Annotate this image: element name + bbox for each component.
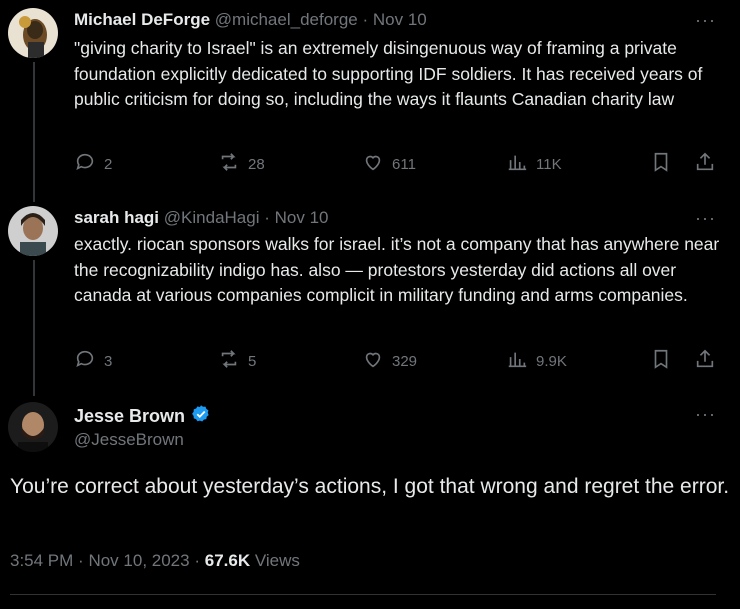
author-handle[interactable]: @KindaHagi: [164, 208, 260, 227]
separator-dot: ·: [194, 551, 200, 570]
views-button[interactable]: 9.9K: [506, 348, 567, 374]
analytics-icon: [506, 151, 528, 177]
tweet-time[interactable]: 3:54 PM: [10, 551, 73, 570]
thread-line: [33, 260, 35, 396]
like-count: 611: [392, 155, 416, 173]
tweet-metadata: 3:54 PM · Nov 10, 2023 · 67.6K Views: [10, 551, 300, 571]
reply-count: 2: [104, 155, 113, 173]
separator-dot: ·: [264, 208, 270, 227]
like-button[interactable]: 329: [362, 348, 417, 374]
tweet-text: "giving charity to Israel" is an extreme…: [74, 38, 703, 109]
reply-icon: [74, 348, 96, 374]
verified-badge-icon: [191, 404, 211, 429]
view-count: 9.9K: [536, 352, 567, 370]
reply-button[interactable]: 2: [74, 151, 112, 177]
avatar[interactable]: [8, 402, 58, 452]
view-count: 11K: [536, 155, 562, 173]
bookmark-button[interactable]: [650, 348, 672, 374]
heart-icon: [362, 151, 384, 177]
like-button[interactable]: 611: [362, 151, 416, 177]
repost-count: 28: [248, 155, 265, 173]
bookmark-button[interactable]: [650, 151, 672, 177]
tweet-header: Michael DeForge @michael_deforge · Nov 1…: [74, 10, 427, 30]
author-handle[interactable]: @JesseBrown: [74, 430, 184, 450]
thread-line: [33, 62, 35, 202]
author-name[interactable]: Michael DeForge: [74, 10, 210, 29]
share-icon: [694, 151, 716, 177]
avatar[interactable]: [8, 206, 58, 256]
tweet-date[interactable]: Nov 10: [373, 10, 427, 29]
tweet-date[interactable]: Nov 10: [275, 208, 329, 227]
heart-icon: [362, 348, 384, 374]
tweet-text: exactly. riocan sponsors walks for israe…: [74, 234, 720, 305]
repost-icon: [218, 151, 240, 177]
repost-button[interactable]: 28: [218, 151, 265, 177]
reply-button[interactable]: 3: [74, 348, 112, 374]
author-name[interactable]: Jesse Brown: [74, 406, 185, 427]
tweet-full-date[interactable]: Nov 10, 2023: [88, 551, 189, 570]
bookmark-icon: [650, 151, 672, 177]
views-total: 67.6K: [204, 551, 251, 570]
repost-count: 5: [248, 352, 257, 370]
views-button[interactable]: 11K: [506, 151, 562, 177]
author-handle[interactable]: @michael_deforge: [215, 10, 358, 29]
reply-icon: [74, 151, 96, 177]
divider: [10, 594, 716, 595]
main-tweet-text: You’re correct about yesterday’s actions…: [10, 475, 730, 498]
like-count: 329: [392, 352, 418, 370]
share-icon: [694, 348, 716, 374]
share-button[interactable]: [694, 348, 716, 374]
main-author: Jesse Brown: [74, 404, 211, 429]
views-label: Views: [254, 551, 300, 570]
more-options-icon[interactable]: ···: [695, 10, 716, 31]
avatar[interactable]: [8, 8, 58, 58]
analytics-icon: [506, 348, 528, 374]
share-button[interactable]: [694, 151, 716, 177]
more-options-icon[interactable]: ···: [695, 208, 716, 229]
separator-dot: ·: [362, 10, 369, 29]
bookmark-icon: [650, 348, 672, 374]
repost-icon: [218, 348, 240, 374]
tweet-header: sarah hagi @KindaHagi · Nov 10: [74, 208, 329, 228]
separator-dot: ·: [78, 551, 84, 570]
reply-count: 3: [104, 352, 113, 370]
repost-button[interactable]: 5: [218, 348, 256, 374]
more-options-icon[interactable]: ···: [695, 404, 716, 425]
author-name[interactable]: sarah hagi: [74, 208, 159, 227]
